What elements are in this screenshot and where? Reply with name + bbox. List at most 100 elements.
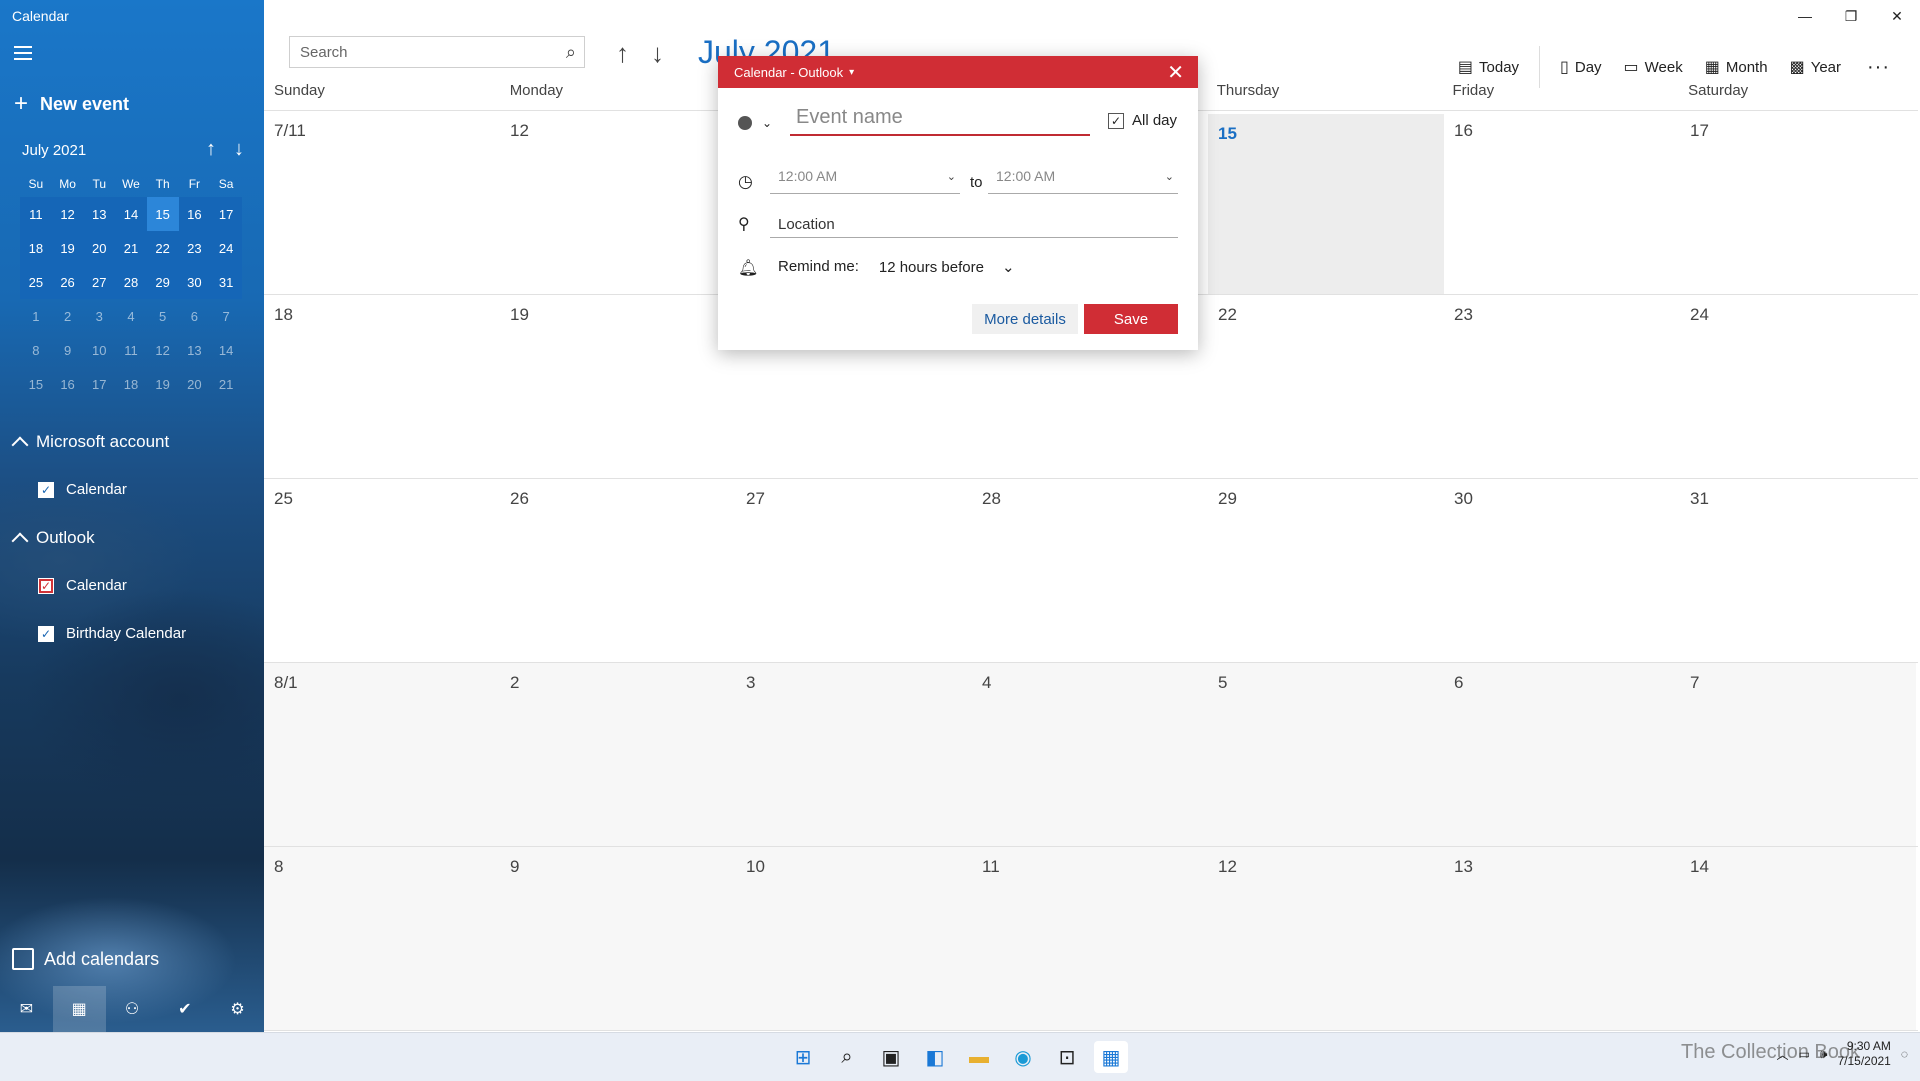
more-options-icon[interactable]: ··· — [1867, 56, 1890, 79]
mini-day[interactable]: 25 — [20, 265, 52, 299]
hamburger-menu-icon[interactable] — [14, 46, 32, 60]
day-cell[interactable]: 17 — [1680, 111, 1916, 294]
day-cell[interactable]: 26 — [500, 479, 736, 662]
chevron-up-icon[interactable]: ︿ — [1777, 1046, 1789, 1063]
day-cell[interactable]: 8/1 — [264, 663, 500, 846]
new-event-button[interactable]: + New event — [14, 92, 129, 116]
mini-day[interactable]: 15 — [20, 367, 52, 401]
mini-day[interactable]: 22 — [146, 231, 179, 265]
mini-day[interactable]: 17 — [83, 367, 115, 401]
calendar-item-microsoft-calendar[interactable]: ✓ Calendar — [38, 481, 127, 498]
mail-icon[interactable]: ✉ — [0, 986, 53, 1032]
event-name-input[interactable]: Event name — [790, 106, 1090, 136]
mini-day[interactable]: 10 — [83, 333, 115, 367]
mini-day[interactable]: 11 — [20, 197, 52, 231]
day-cell[interactable]: 27 — [736, 479, 972, 662]
month-view-button[interactable]: ▦ Month — [1705, 57, 1768, 77]
day-cell[interactable]: 9 — [500, 847, 736, 1030]
mini-day[interactable]: 14 — [210, 333, 242, 367]
restore-icon[interactable]: ❐ — [1828, 4, 1874, 28]
location-input[interactable]: Location — [770, 210, 1178, 238]
calendar-selector[interactable]: Calendar - Outlook — [734, 65, 843, 80]
widgets-icon[interactable]: ◧ — [918, 1041, 952, 1073]
mini-day[interactable]: 17 — [210, 197, 242, 231]
group-microsoft-account[interactable]: Microsoft account — [11, 432, 169, 454]
close-icon[interactable]: ✕ — [1167, 60, 1184, 85]
mini-day[interactable]: 9 — [52, 333, 84, 367]
day-cell[interactable]: 11 — [972, 847, 1208, 1030]
mini-day[interactable]: 13 — [83, 197, 116, 231]
mini-day[interactable]: 28 — [115, 265, 147, 299]
day-cell[interactable]: 29 — [1208, 479, 1444, 662]
day-cell[interactable]: 4 — [972, 663, 1208, 846]
mini-day[interactable]: 1 — [20, 299, 52, 333]
mini-day[interactable]: 23 — [178, 231, 211, 265]
mini-day[interactable]: 16 — [52, 367, 84, 401]
mini-day[interactable]: 4 — [115, 299, 147, 333]
mini-day[interactable]: 20 — [179, 367, 211, 401]
people-icon[interactable]: ⚇ — [106, 986, 159, 1032]
add-calendars-button[interactable]: Add calendars — [12, 948, 159, 970]
day-cell[interactable]: 5 — [1208, 663, 1444, 846]
mini-day[interactable]: 26 — [51, 265, 84, 299]
day-cell[interactable]: 15 — [1208, 111, 1444, 294]
mini-day[interactable]: 3 — [83, 299, 115, 333]
mini-day[interactable]: 21 — [210, 367, 242, 401]
mini-day[interactable]: 27 — [83, 265, 116, 299]
mini-prev-arrow-icon[interactable]: ↑ — [206, 138, 216, 161]
day-cell[interactable]: 12 — [500, 111, 736, 294]
day-cell[interactable]: 23 — [1444, 295, 1680, 478]
reminder-dropdown[interactable]: 12 hours before ⌄ — [879, 258, 1015, 277]
day-cell[interactable]: 8 — [264, 847, 500, 1030]
day-cell[interactable]: 2 — [500, 663, 736, 846]
calendar-app-icon[interactable]: ▦ — [1094, 1041, 1128, 1073]
chevron-down-icon[interactable]: ⌄ — [762, 116, 772, 130]
group-outlook[interactable]: Outlook — [11, 528, 95, 550]
calendar-icon[interactable]: ▦ — [52, 986, 106, 1032]
mini-day[interactable]: 31 — [210, 265, 242, 299]
day-cell[interactable]: 24 — [1680, 295, 1916, 478]
clock[interactable]: 9:30 AM 7/15/2021 — [1837, 1039, 1890, 1069]
mini-day[interactable]: 21 — [115, 231, 147, 265]
search-input[interactable]: Search ⌕ — [289, 36, 585, 68]
mini-day[interactable]: 16 — [178, 197, 211, 231]
today-button[interactable]: ▤ Today — [1458, 57, 1519, 77]
mini-day[interactable]: 2 — [52, 299, 84, 333]
mini-day[interactable]: 18 — [115, 367, 147, 401]
network-icon[interactable]: ▭ — [1799, 1047, 1810, 1061]
task-view-icon[interactable]: ▣ — [874, 1041, 908, 1073]
edge-browser-icon[interactable]: ◉ — [1006, 1041, 1040, 1073]
mini-day[interactable]: 5 — [147, 299, 179, 333]
close-window-icon[interactable]: ✕ — [1874, 4, 1920, 28]
day-cell[interactable]: 13 — [1444, 847, 1680, 1030]
day-cell[interactable]: 3 — [736, 663, 972, 846]
day-cell[interactable]: 30 — [1444, 479, 1680, 662]
day-cell[interactable]: 10 — [736, 847, 972, 1030]
day-cell[interactable]: 6 — [1444, 663, 1680, 846]
checkbox-checked-icon[interactable]: ✓ — [38, 481, 54, 498]
mini-day[interactable]: 8 — [20, 333, 52, 367]
calendar-item-birthday-calendar[interactable]: ✓ Birthday Calendar — [38, 625, 186, 642]
mini-day[interactable]: 20 — [83, 231, 116, 265]
all-day-toggle[interactable]: ✓ All day — [1108, 112, 1177, 129]
day-cell[interactable]: 12 — [1208, 847, 1444, 1030]
day-cell[interactable]: 25 — [264, 479, 500, 662]
day-cell[interactable]: 7 — [1680, 663, 1916, 846]
mini-day[interactable]: 30 — [178, 265, 211, 299]
day-cell[interactable]: 14 — [1680, 847, 1916, 1030]
windows-start-icon[interactable]: ⊞ — [786, 1041, 820, 1073]
day-cell[interactable]: 22 — [1208, 295, 1444, 478]
mini-day[interactable]: 18 — [20, 231, 52, 265]
mini-day[interactable]: 29 — [146, 265, 179, 299]
todo-icon[interactable]: ✔ — [158, 986, 211, 1032]
store-icon[interactable]: ⊡ — [1050, 1041, 1084, 1073]
day-cell[interactable]: 18 — [264, 295, 500, 478]
week-view-button[interactable]: ▭ Week — [1624, 57, 1683, 77]
next-arrow-icon[interactable]: ↓ — [651, 38, 664, 69]
search-icon[interactable]: ⌕ — [566, 42, 576, 63]
mini-day[interactable]: 13 — [179, 333, 211, 367]
mini-day[interactable]: 12 — [147, 333, 179, 367]
day-view-button[interactable]: ▯ Day — [1560, 57, 1602, 77]
more-details-button[interactable]: More details — [972, 304, 1078, 334]
mini-day[interactable]: 19 — [51, 231, 84, 265]
